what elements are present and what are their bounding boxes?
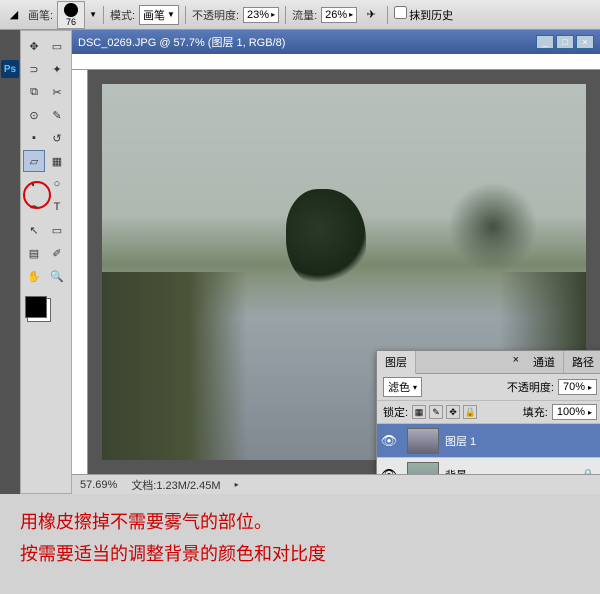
eyedropper-tool[interactable]: ✐ [46,242,68,264]
document-titlebar: DSC_0269.JPG @ 57.7% (图层 1, RGB/8) _ □ × [72,30,600,54]
wand-tool[interactable]: ✦ [46,58,68,80]
type-tool[interactable]: T [46,196,68,218]
zoom-tool[interactable]: 🔍 [46,265,68,287]
layer-opacity-input[interactable]: 70% ▸ [558,379,597,395]
flow-label: 流量: [292,7,317,23]
blend-mode-value: 滤色 [388,379,410,395]
doc-size-label: 文档:1.23M/2.45M [131,477,220,493]
chevron-right-icon: ▸ [588,408,592,417]
crop-tool[interactable]: ⧉ [23,81,45,103]
layer-item[interactable]: 👁 背景 🔒 [377,458,600,474]
lock-icon: 🔒 [581,468,595,474]
lasso-tool[interactable]: ⊃ [23,58,45,80]
layer-thumbnail[interactable] [407,462,439,475]
tool-preset-icon[interactable]: ◢ [4,5,24,25]
status-bar: 57.69% 文档:1.23M/2.45M ▸ [72,474,600,494]
layer-name: 图层 1 [445,433,476,449]
heal-tool[interactable]: ⊙ [23,104,45,126]
dodge-tool[interactable]: ○ [46,173,68,195]
airbrush-icon[interactable]: ✈ [361,5,381,25]
opacity-value: 23% [247,9,269,21]
close-button[interactable]: × [576,35,594,49]
chevron-right-icon: ▸ [588,383,592,392]
blend-mode-select[interactable]: 滤色 ▾ [383,377,422,397]
eraser-tool[interactable]: ▱ [23,150,45,172]
tree-shape [286,189,366,289]
zoom-value[interactable]: 57.69% [80,479,117,491]
shape-tool[interactable]: ▭ [46,219,68,241]
tab-layers[interactable]: 图层 [377,351,416,374]
annotations: 用橡皮擦掉不需要雾气的部位。 按需要适当的调整背景的颜色和对比度 [0,494,600,583]
chevron-right-icon[interactable]: ▸ [235,480,239,489]
tab-close-icon[interactable]: × [507,351,525,373]
lock-position-icon[interactable]: ✥ [446,405,460,419]
flow-value: 26% [325,9,347,21]
flow-input[interactable]: 26% ▸ [321,7,357,23]
brush-tool[interactable]: ✎ [46,104,68,126]
chevron-down-icon: ▼ [167,10,175,19]
brush-label: 画笔: [28,7,53,23]
maximize-button[interactable]: □ [556,35,574,49]
layer-opacity-value: 70% [563,381,585,393]
layer-thumbnail[interactable] [407,428,439,454]
annotation-line-1: 用橡皮擦掉不需要雾气的部位。 [20,506,580,538]
history-brush-tool[interactable]: ↺ [46,127,68,149]
slice-tool[interactable]: ✂ [46,81,68,103]
notes-tool[interactable]: ▤ [23,242,45,264]
lock-transparency-icon[interactable]: ▦ [412,405,426,419]
tab-paths[interactable]: 路径 [564,351,600,373]
lock-label: 锁定: [383,404,408,420]
fill-input[interactable]: 100% ▸ [552,404,597,420]
document-title: DSC_0269.JPG @ 57.7% (图层 1, RGB/8) [78,34,285,50]
brush-size: 76 [66,17,76,27]
chevron-down-icon: ▾ [413,383,417,392]
opacity-label: 不透明度: [192,7,239,23]
brush-dot-icon [64,3,78,17]
blur-tool[interactable]: ◐ [23,173,45,195]
opacity-input[interactable]: 23% ▸ [243,7,279,23]
path-tool[interactable]: ↖ [23,219,45,241]
app-rail: Ps [0,30,20,494]
visibility-icon[interactable]: 👁 [377,467,401,475]
mode-label: 模式: [110,7,135,23]
layer-item[interactable]: 👁 图层 1 [377,424,600,458]
layer-list: 👁 图层 1 👁 背景 🔒 [377,424,600,474]
chevron-down-icon[interactable]: ▼ [89,10,97,19]
move-tool[interactable]: ✥ [23,35,45,57]
lock-pixels-icon[interactable]: ✎ [429,405,443,419]
mode-value: 画笔 [143,7,165,23]
pen-tool[interactable]: ✒ [23,196,45,218]
vegetation-shape [102,272,247,460]
tools-panel: ✥ ▭ ⊃ ✦ ⧉ ✂ ⊙ ✎ ▪ ↺ ▱ ▦ ◐ ○ ✒ T ↖ ▭ ▤ ✐ … [20,30,72,494]
fill-value: 100% [557,406,585,418]
mode-select[interactable]: 画笔 ▼ [139,5,179,25]
gradient-tool[interactable]: ▦ [46,150,68,172]
minimize-button[interactable]: _ [536,35,554,49]
brush-picker[interactable]: 76 [57,1,85,29]
chevron-right-icon: ▸ [349,10,353,19]
ps-logo-icon: Ps [1,60,19,78]
annotation-line-2: 按需要适当的调整背景的颜色和对比度 [20,538,580,570]
tree-shape [448,182,538,272]
stamp-tool[interactable]: ▪ [23,127,45,149]
canvas[interactable]: 图层 × 通道 路径 滤色 ▾ 不透明度: 70% ▸ [88,70,600,474]
ruler-horizontal [72,54,600,70]
chevron-right-icon: ▸ [271,10,275,19]
lock-all-icon[interactable]: 🔒 [463,405,477,419]
options-bar: ◢ 画笔: 76 ▼ 模式: 画笔 ▼ 不透明度: 23% ▸ 流量: 26% … [0,0,600,30]
layers-panel: 图层 × 通道 路径 滤色 ▾ 不透明度: 70% ▸ [376,350,600,474]
document-window: DSC_0269.JPG @ 57.7% (图层 1, RGB/8) _ □ × [72,30,600,494]
visibility-icon[interactable]: 👁 [377,433,401,449]
hand-tool[interactable]: ✋ [23,265,45,287]
tab-channels[interactable]: 通道 [525,351,564,373]
layer-opacity-label: 不透明度: [507,379,554,395]
fill-label: 填充: [523,404,548,420]
layer-name: 背景 [445,467,467,475]
ruler-vertical [72,70,88,474]
marquee-tool[interactable]: ▭ [46,35,68,57]
color-swatch[interactable] [25,296,47,318]
erase-history-checkbox[interactable]: 抹到历史 [394,6,453,23]
